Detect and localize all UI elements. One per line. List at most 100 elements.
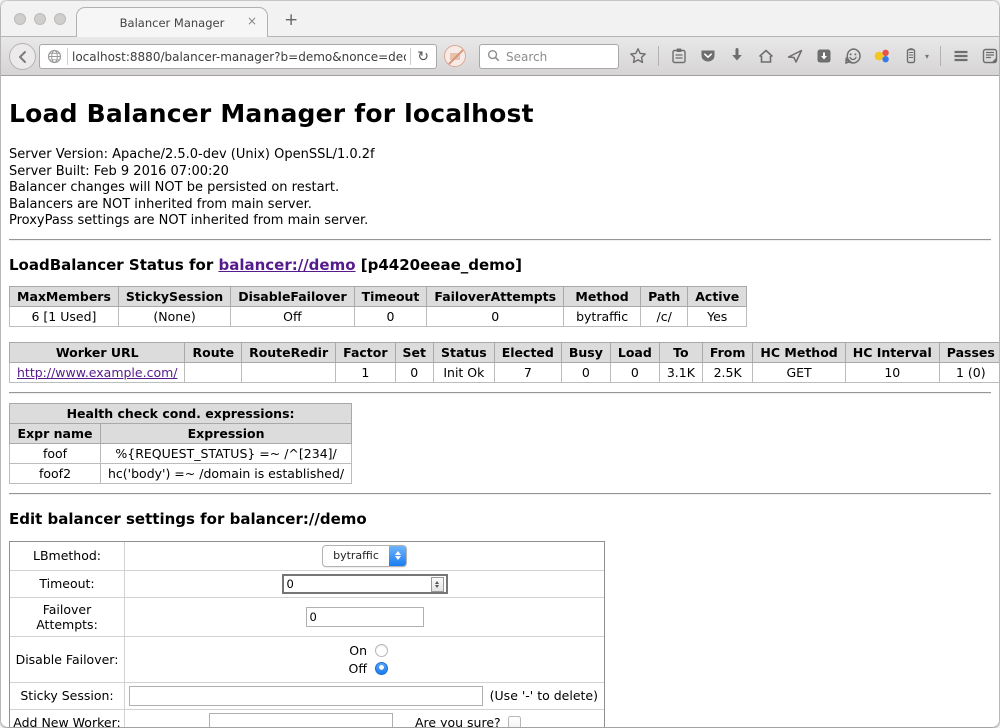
- edit-balancer-form: LBmethod: bytraffic Timeout:: [9, 541, 605, 727]
- dropdown-caret-icon[interactable]: ▾: [925, 52, 929, 61]
- cell-routeredir: [242, 362, 336, 382]
- cell-active: Yes: [688, 306, 747, 326]
- image-block-icon[interactable]: [444, 45, 466, 67]
- col-active: Active: [688, 286, 747, 306]
- add-worker-label: Add New Worker:: [10, 710, 125, 727]
- download-arrow-icon[interactable]: [728, 47, 746, 65]
- lbmethod-row: LBmethod: bytraffic: [10, 542, 604, 570]
- colored-dots-extension-icon[interactable]: [873, 47, 891, 65]
- url-bar[interactable]: localhost:8880/balancer-manager?b=demo&n…: [39, 44, 437, 69]
- col-worker-url: Worker URL: [10, 342, 185, 362]
- zoom-window-button[interactable]: [54, 13, 66, 25]
- hc-table-title: Health check cond. expressions:: [10, 403, 352, 423]
- inherit-notice-line: Balancers are NOT inherited from main se…: [9, 197, 991, 214]
- sticky-session-row: Sticky Session: (Use '-' to delete): [10, 682, 604, 709]
- cell-expr-name: foof2: [10, 463, 101, 483]
- bookmark-star-icon[interactable]: [629, 47, 647, 65]
- reader-download-icon[interactable]: [815, 47, 833, 65]
- hamburger-menu-icon[interactable]: [952, 47, 970, 65]
- cell-to: 3.1K: [659, 362, 702, 382]
- balancer-demo-link[interactable]: balancer://demo: [218, 256, 355, 274]
- url-text[interactable]: localhost:8880/balancer-manager?b=demo&n…: [72, 50, 406, 64]
- radio-on-label: On: [341, 643, 367, 658]
- cell-route: [185, 362, 242, 382]
- browser-tab[interactable]: Balancer Manager ×: [76, 7, 268, 38]
- col-set: Set: [395, 342, 433, 362]
- cell-busy: 0: [561, 362, 610, 382]
- table-header-row: Worker URL Route RouteRedir Factor Set S…: [10, 342, 1000, 362]
- worker-row: http://www.example.com/ 1 0 Init Ok 7 0 …: [10, 362, 1000, 382]
- failover-off-radio[interactable]: [375, 662, 388, 675]
- lbmethod-select[interactable]: bytraffic: [322, 545, 407, 567]
- col-elected: Elected: [494, 342, 561, 362]
- status-heading-suffix: [p4420eeae_demo]: [356, 256, 522, 274]
- pocket-icon[interactable]: [699, 47, 717, 65]
- feedback-smiley-icon[interactable]: [844, 47, 862, 65]
- persist-notice-line: Balancer changes will NOT be persisted o…: [9, 180, 991, 197]
- timeout-label: Timeout:: [10, 571, 125, 597]
- sticky-session-label: Sticky Session:: [10, 683, 125, 709]
- toolbar-divider: [940, 46, 941, 66]
- home-icon[interactable]: [757, 47, 775, 65]
- section-divider: [9, 392, 991, 394]
- are-you-sure-checkbox[interactable]: [508, 716, 521, 727]
- toolbar-divider: [658, 46, 659, 66]
- col-to: To: [659, 342, 702, 362]
- col-passes: Passes: [939, 342, 999, 362]
- close-window-button[interactable]: [14, 13, 26, 25]
- cell-path: /c/: [641, 306, 688, 326]
- hc-row: foof2 hc('body') =~ /domain is establish…: [10, 463, 352, 483]
- edit-settings-heading: Edit balancer settings for balancer://de…: [9, 510, 991, 528]
- disable-failover-label: Disable Failover:: [10, 637, 125, 682]
- section-divider: [9, 493, 991, 495]
- cell-maxmembers: 6 [1 Used]: [10, 306, 119, 326]
- cell-failoverattempts: 0: [427, 306, 564, 326]
- hc-row: foof %{REQUEST_STATUS} =~ /^[234]/: [10, 443, 352, 463]
- col-factor: Factor: [336, 342, 395, 362]
- col-failoverattempts: FailoverAttempts: [427, 286, 564, 306]
- worker-table: Worker URL Route RouteRedir Factor Set S…: [9, 342, 999, 383]
- search-icon: [487, 47, 500, 66]
- share-plane-icon[interactable]: [786, 47, 804, 65]
- battery-extension-icon[interactable]: [902, 47, 920, 65]
- minimize-window-button[interactable]: [34, 13, 46, 25]
- navigation-toolbar: localhost:8880/balancer-manager?b=demo&n…: [1, 37, 999, 76]
- number-spinner-icon[interactable]: [431, 577, 444, 592]
- server-built-line: Server Built: Feb 9 2016 07:00:20: [9, 164, 991, 181]
- col-routeredir: RouteRedir: [242, 342, 336, 362]
- search-field[interactable]: Search: [479, 44, 619, 69]
- col-stickysession: StickySession: [118, 286, 230, 306]
- cell-timeout: 0: [354, 306, 427, 326]
- failover-attempts-input[interactable]: [306, 607, 424, 627]
- cell-passes: 1 (0): [939, 362, 999, 382]
- col-status: Status: [434, 342, 495, 362]
- server-info: Server Version: Apache/2.5.0-dev (Unix) …: [9, 147, 991, 230]
- timeout-input[interactable]: [282, 574, 448, 594]
- bookmarks-clipboard-icon[interactable]: [670, 47, 688, 65]
- table-title-row: Health check cond. expressions:: [10, 403, 352, 423]
- sticky-session-input[interactable]: [129, 686, 483, 706]
- col-load: Load: [610, 342, 659, 362]
- tab-title: Balancer Manager: [120, 16, 225, 30]
- back-button[interactable]: [9, 43, 36, 70]
- balancer-status-table: MaxMembers StickySession DisableFailover…: [9, 286, 747, 327]
- status-heading-prefix: LoadBalancer Status for: [9, 256, 218, 274]
- cell-elected: 7: [494, 362, 561, 382]
- new-tab-button[interactable]: +: [284, 10, 298, 30]
- cell-status: Init Ok: [434, 362, 495, 382]
- failover-on-radio[interactable]: [375, 644, 388, 657]
- worker-url-link[interactable]: http://www.example.com/: [17, 365, 177, 380]
- add-worker-input[interactable]: [209, 713, 393, 727]
- cell-load: 0: [610, 362, 659, 382]
- tab-close-icon[interactable]: ×: [247, 14, 257, 28]
- screenshot-grid-icon[interactable]: [981, 47, 999, 65]
- cell-expression: %{REQUEST_STATUS} =~ /^[234]/: [101, 443, 352, 463]
- timeout-row: Timeout:: [10, 570, 604, 597]
- reload-button[interactable]: ↻: [417, 49, 429, 65]
- globe-icon: [45, 48, 63, 66]
- health-check-table: Health check cond. expressions: Expr nam…: [9, 403, 352, 484]
- col-path: Path: [641, 286, 688, 306]
- col-timeout: Timeout: [354, 286, 427, 306]
- cell-set: 0: [395, 362, 433, 382]
- add-worker-row: Add New Worker: Are you sure?: [10, 709, 604, 727]
